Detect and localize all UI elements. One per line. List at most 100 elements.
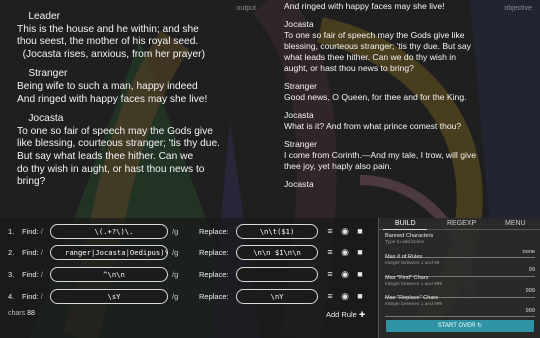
add-rule-button[interactable]: Add Rule ✚ bbox=[326, 310, 365, 319]
setting-underline bbox=[385, 316, 535, 317]
rule-number: 1. bbox=[8, 227, 15, 236]
find-value: \sY bbox=[107, 292, 121, 301]
setting-title: Max # of Rules bbox=[385, 254, 423, 260]
replace-value: \n\t($1) bbox=[259, 227, 295, 236]
replace-input[interactable] bbox=[236, 267, 318, 282]
rules-area: 1. Find: / \(.+?\)\. /g Replace: \n\t($1… bbox=[0, 218, 378, 338]
objective-line: aught, or hast thou news to bring? bbox=[284, 63, 414, 73]
setting-value: 999 bbox=[525, 288, 535, 294]
regex-flags: /g bbox=[172, 248, 179, 257]
output-line: And ringed with happy faces may she live… bbox=[17, 93, 208, 105]
replace-label: Replace: bbox=[199, 270, 229, 279]
find-input[interactable]: \(.+?\)\. bbox=[50, 224, 168, 239]
replace-value: \n\n $1\n\n bbox=[253, 248, 301, 257]
replace-input[interactable]: \nY bbox=[236, 289, 318, 304]
tab-menu[interactable]: MENU bbox=[505, 220, 526, 227]
replace-label: Replace: bbox=[199, 227, 229, 236]
objective-line bbox=[284, 74, 534, 81]
eye-icon[interactable]: ◉ bbox=[340, 291, 350, 302]
find-value: ranger|Jocasta|Oedipus)\s bbox=[65, 248, 168, 257]
replace-label: Replace: bbox=[199, 248, 229, 257]
setting-hint: Integer between 1 and 99 bbox=[385, 261, 440, 266]
objective-line: Stranger bbox=[284, 139, 317, 149]
output-line: This is the house and he within; and she bbox=[17, 23, 199, 35]
regex-flags: /g bbox=[172, 270, 179, 279]
find-input[interactable]: \sY bbox=[50, 289, 168, 304]
objective-line: And ringed with happy faces may she live… bbox=[284, 1, 445, 11]
menu-lines-icon[interactable]: ≡ bbox=[325, 247, 335, 258]
objective-line bbox=[284, 172, 534, 179]
objective-line: To one so fair of speech may the Gods gi… bbox=[284, 30, 465, 40]
rule-row: 4. Find: / \sY /g Replace: \nY ≡ ◉ ■ bbox=[0, 289, 378, 305]
setting-value: 999 bbox=[525, 308, 535, 314]
rule-row: 1. Find: / \(.+?\)\. /g Replace: \n\t($1… bbox=[0, 224, 378, 240]
objective-line bbox=[284, 132, 534, 139]
objective-line: Jocasta bbox=[284, 110, 314, 120]
setting-banned-characters[interactable]: Banned Characters Type to add below none bbox=[385, 233, 535, 258]
find-label: Find: / bbox=[22, 227, 43, 236]
replace-input[interactable]: \n\t($1) bbox=[236, 224, 318, 239]
setting-max-rules[interactable]: Max # of Rules Integer between 1 and 99 … bbox=[385, 254, 535, 277]
build-panel: BUILD REGEXP MENU Banned Characters Type… bbox=[378, 218, 540, 338]
replace-input[interactable]: \n\n $1\n\n bbox=[236, 245, 318, 260]
menu-lines-icon[interactable]: ≡ bbox=[325, 226, 335, 237]
eye-icon[interactable]: ◉ bbox=[340, 226, 350, 237]
start-over-button[interactable]: START OVER ↻ bbox=[386, 320, 534, 332]
add-rule-label: Add Rule bbox=[326, 310, 357, 319]
tab-bar: BUILD REGEXP MENU bbox=[379, 218, 540, 230]
setting-title: Banned Characters bbox=[385, 233, 434, 239]
find-label: Find: / bbox=[22, 292, 43, 301]
eye-icon[interactable]: ◉ bbox=[340, 247, 350, 258]
trash-icon[interactable]: ■ bbox=[355, 269, 365, 280]
objective-line: blessing, courteous stranger; 'tis thy d… bbox=[284, 41, 471, 51]
setting-title: Max "Find" Chars bbox=[385, 275, 429, 281]
setting-max-find-chars[interactable]: Max "Find" Chars Integer between 1 and 9… bbox=[385, 275, 535, 298]
menu-lines-icon[interactable]: ≡ bbox=[325, 291, 335, 302]
find-input[interactable]: ranger|Jocasta|Oedipus)\s bbox=[50, 245, 168, 260]
find-value: ^\n\n bbox=[103, 270, 125, 279]
tab-build[interactable]: BUILD bbox=[395, 220, 416, 227]
rule-number: 4. bbox=[8, 292, 15, 301]
output-line: do thy wish in aught, or hast thou news … bbox=[17, 163, 205, 175]
output-line: Jocasta bbox=[17, 113, 64, 125]
chars-value: 88 bbox=[27, 310, 35, 317]
objective-line: I come from Corinth.—And my tale, I trow… bbox=[284, 150, 476, 160]
output-line: Being wife to such a man, happy indeed bbox=[17, 80, 198, 92]
setting-value: 99 bbox=[528, 267, 535, 273]
rule-number: 2. bbox=[8, 248, 15, 257]
output-line: Leader bbox=[17, 11, 61, 22]
replace-value: \nY bbox=[270, 292, 284, 301]
rule-number: 3. bbox=[8, 270, 15, 279]
char-count: chars 88 bbox=[8, 310, 35, 317]
menu-lines-icon[interactable]: ≡ bbox=[325, 269, 335, 280]
trash-icon[interactable]: ■ bbox=[355, 226, 365, 237]
objective-line: What is it? And from what prince comest … bbox=[284, 121, 462, 131]
output-line: like blessing, courteous stranger; 'tis … bbox=[17, 138, 220, 150]
find-input[interactable]: ^\n\n bbox=[50, 267, 168, 282]
find-label: Find: / bbox=[22, 270, 43, 279]
objective-panel: objective Being wife to such a man, happ… bbox=[268, 0, 540, 218]
output-line: (Jocasta rises, anxious, from her prayer… bbox=[17, 48, 205, 60]
output-line: But say what leads thee hither. Can we bbox=[17, 150, 194, 162]
objective-text: Being wife to such a man, happy indeedAn… bbox=[284, 0, 534, 190]
trash-icon[interactable]: ■ bbox=[355, 247, 365, 258]
rule-actions: ≡ ◉ ■ bbox=[325, 291, 371, 303]
rule-actions: ≡ ◉ ■ bbox=[325, 247, 371, 259]
setting-hint: Integer between 1 and 999 bbox=[385, 282, 443, 287]
trash-icon[interactable]: ■ bbox=[355, 291, 365, 302]
replace-label: Replace: bbox=[199, 292, 229, 301]
rule-actions: ≡ ◉ ■ bbox=[325, 269, 371, 281]
start-over-label: START OVER bbox=[437, 323, 476, 329]
rule-row: 3. Find: / ^\n\n /g Replace: ≡ ◉ ■ bbox=[0, 267, 378, 283]
objective-line: Jocasta bbox=[284, 179, 314, 189]
objective-line bbox=[284, 12, 534, 19]
setting-hint: Type to add below bbox=[385, 240, 424, 245]
objective-line: Good news, O Queen, for thee and for the… bbox=[284, 92, 467, 102]
rule-row: 2. Find: / ranger|Jocasta|Oedipus)\s /g … bbox=[0, 245, 378, 261]
eye-icon[interactable]: ◉ bbox=[340, 269, 350, 280]
setting-max-replace-chars[interactable]: Max "Replace" Chars Integer between 1 an… bbox=[385, 295, 535, 317]
setting-title: Max "Replace" Chars bbox=[385, 295, 439, 301]
tab-regexp[interactable]: REGEXP bbox=[447, 220, 476, 227]
objective-line bbox=[284, 103, 534, 110]
